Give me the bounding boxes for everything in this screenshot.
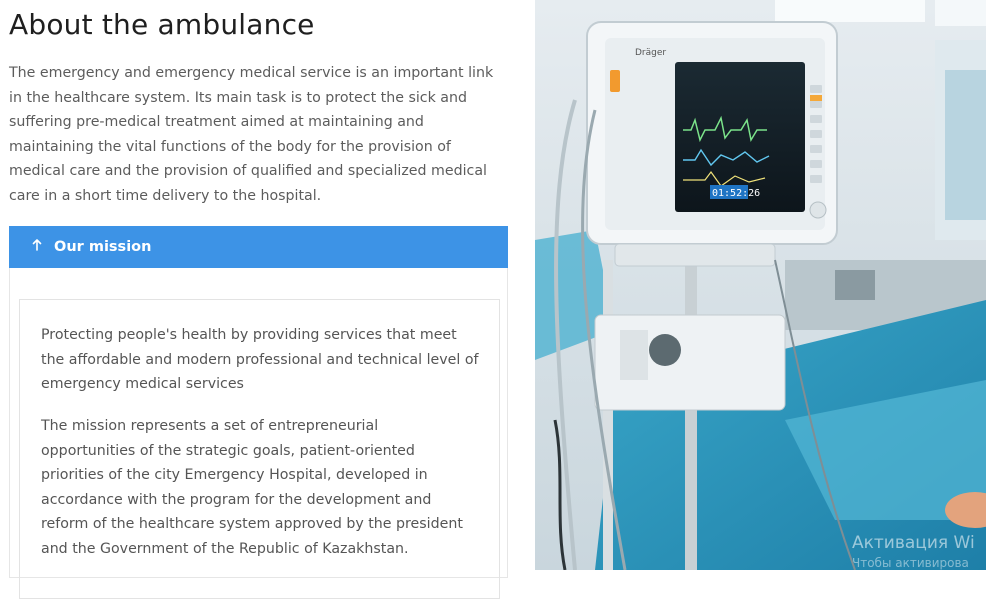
windows-activation-watermark-subtext: Чтобы активирова: [852, 556, 969, 570]
intro-paragraph: The emergency and emergency medical serv…: [9, 65, 494, 204]
monitor-time-readout: 01:52:26: [712, 188, 760, 199]
arrow-up-icon: [31, 239, 43, 255]
windows-activation-watermark: Активация Wi: [852, 533, 975, 553]
mission-paragraph: Protecting people's health by providing …: [41, 327, 479, 392]
hospital-monitor-photo: 01:52:26 Dräger: [535, 0, 986, 570]
accordion-panel: Protecting people's health by providing …: [9, 268, 508, 599]
mission-content-box: Protecting people's health by providing …: [19, 299, 500, 599]
monitor-brand: Dräger: [635, 48, 666, 58]
mission-paragraph: The mission represents a set of entrepre…: [41, 418, 463, 557]
accordion-header-label: Our mission: [54, 239, 152, 255]
accordion-header-our-mission[interactable]: Our mission: [9, 226, 508, 268]
content-column: About the ambulance The emergency and em…: [0, 0, 520, 599]
page-title: About the ambulance: [9, 8, 315, 41]
